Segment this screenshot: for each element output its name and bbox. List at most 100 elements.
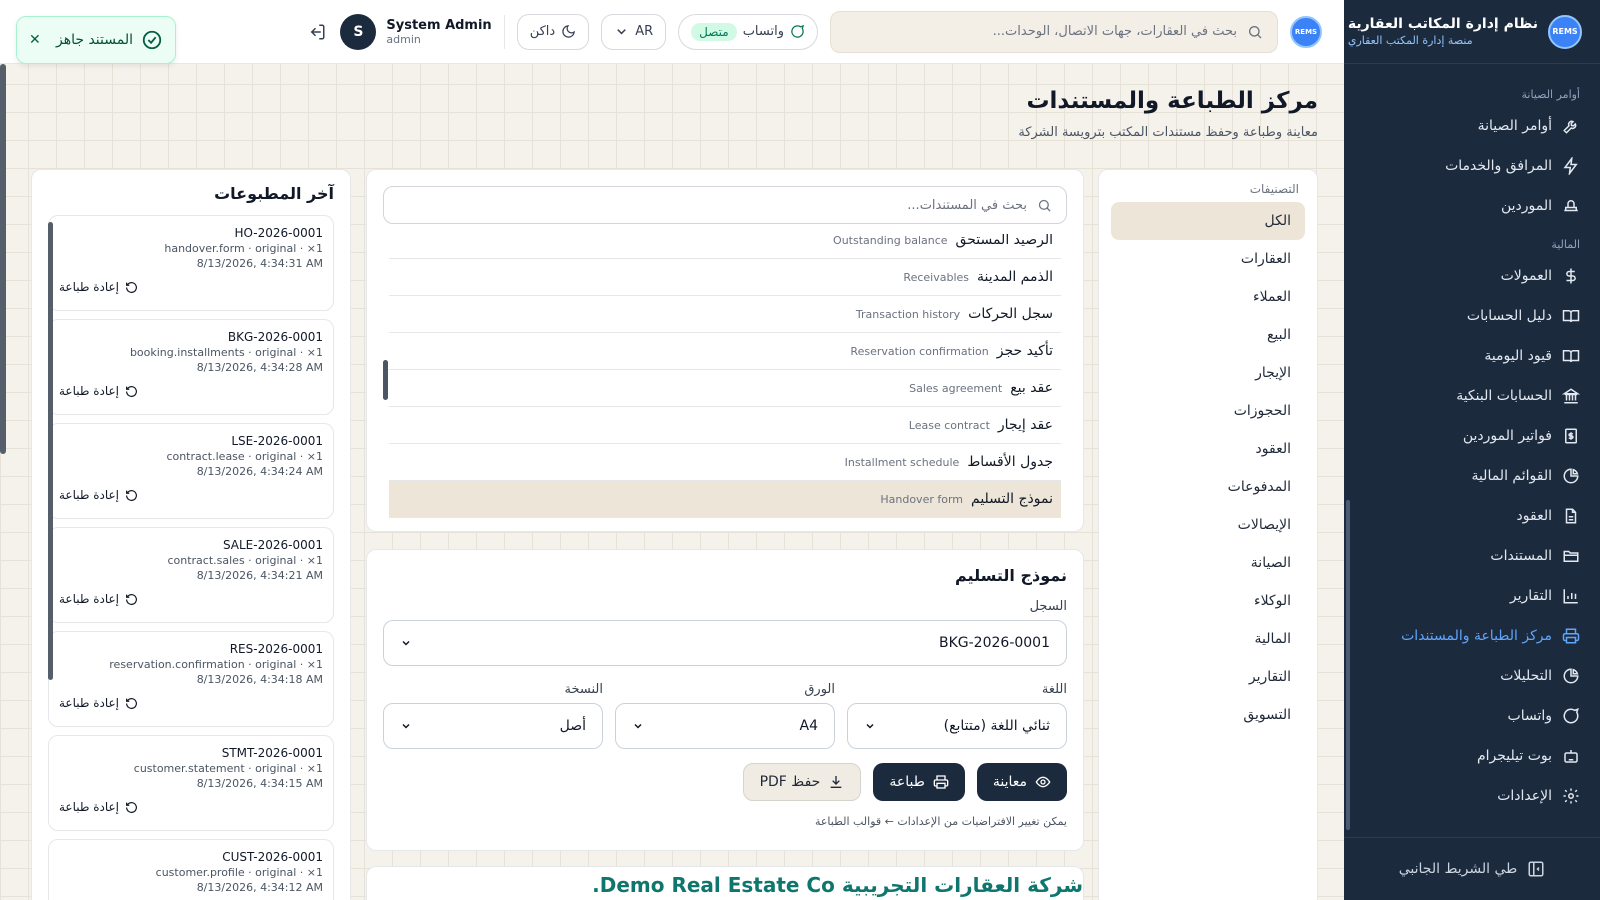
document-row[interactable]: نموذج التسليم Handover form [389,481,1061,518]
recent-prints-panel: آخر المطبوعات HO-2026-0001 handover.form… [31,169,351,900]
sidebar-item[interactable]: دليل الحسابات [1344,296,1600,336]
document-row[interactable]: عقد بيع Sales agreement [389,370,1061,407]
category-item[interactable]: العقارات [1111,240,1305,278]
document-search-input[interactable]: بحث في المستندات... [383,186,1067,224]
category-item[interactable]: الصيانة [1111,544,1305,582]
language-option-select[interactable]: ثنائي اللغة (متتابع) [847,703,1067,749]
sidebar-item[interactable]: القوائم المالية [1344,456,1600,496]
sidebar-item[interactable]: التحليلات [1344,656,1600,696]
reprint-button[interactable]: إعادة طباعة [59,800,313,814]
document-row[interactable]: الذمم المدينة Receivables [389,259,1061,296]
record-select[interactable]: BKG-2026-0001 [383,620,1067,666]
category-item[interactable]: المالية [1111,620,1305,658]
reprint-button[interactable]: إعادة طباعة [59,488,313,502]
book-icon [1562,307,1580,325]
categories-title: التصنيفات [1249,182,1299,196]
topbar-divider [503,14,505,49]
reprint-button[interactable]: إعادة طباعة [59,592,313,606]
document-row[interactable]: جدول الأقساط Installment schedule [389,444,1061,481]
recent-print-meta: reservation.confirmation · original · ×1 [109,658,323,671]
theme-toggle-button[interactable]: داكن [516,13,590,50]
document-row[interactable]: سجل الحركات Transaction history [389,296,1061,333]
recent-print-meta: contract.sales · original · ×1 [167,554,323,567]
category-item[interactable]: التقارير [1111,658,1305,696]
recent-print-code: HO-2026-0001 [234,226,323,240]
category-item[interactable]: المدفوعات [1111,468,1305,506]
sidebar-item[interactable]: التقارير [1344,576,1600,616]
recent-scrollbar[interactable] [48,222,53,680]
close-icon[interactable]: ✕ [29,32,41,48]
reprint-button[interactable]: إعادة طباعة [59,384,313,398]
theme-label: داكن [529,24,556,39]
sidebar-item[interactable]: أوامر الصيانة [1344,106,1600,146]
sidebar-scrollbar[interactable] [1346,500,1350,830]
folder-icon [1562,547,1580,565]
search-icon [1037,198,1052,213]
category-item[interactable]: الحجوزات [1111,392,1305,430]
category-item[interactable]: الوكلاء [1111,582,1305,620]
preview-company-name: شركة العقارات التجريبية Demo Real Estate… [592,873,1083,897]
document-row[interactable]: الرصيد المستحق Outstanding balance [389,234,1061,259]
paper-value: A4 [799,718,818,734]
logout-button[interactable] [306,21,328,43]
category-item[interactable]: العقود [1111,430,1305,468]
page-scrollbar[interactable] [0,64,6,454]
file-icon [1562,507,1580,525]
document-row[interactable]: تأكيد حجز Reservation confirmation [389,333,1061,370]
category-item[interactable]: التسويق [1111,696,1305,734]
category-item[interactable]: الإيصالات [1111,506,1305,544]
sidebar-item[interactable]: قيود اليومية [1344,336,1600,376]
language-select[interactable]: AR [601,13,667,50]
documents-scrollbar[interactable] [383,360,388,400]
recent-print-time: 8/13/2026, 4:34:28 AM [196,361,323,374]
gear-icon [1562,787,1580,805]
reprint-button[interactable]: إعادة طباعة [59,280,313,294]
document-row[interactable]: عقد إيجار Lease contract [389,407,1061,444]
sidebar-item[interactable]: الموردين [1344,186,1600,226]
sidebar-item-label: دليل الحسابات [1466,308,1552,324]
sidebar-item-label: القوائم المالية [1471,468,1552,484]
reprint-button[interactable]: إعادة طباعة [59,696,313,710]
sidebar-item[interactable]: العمولات [1344,256,1600,296]
check-circle-icon [141,29,163,51]
sidebar-item[interactable]: المرافق والخدمات [1344,146,1600,186]
sidebar-item[interactable]: فواتير الموردين [1344,416,1600,456]
copy-select[interactable]: أصل [383,703,603,749]
recent-print-code: LSE-2026-0001 [231,434,323,448]
sidebar-item[interactable]: مركز الطباعة والمستندات [1344,616,1600,656]
avatar[interactable]: S [340,13,377,50]
user-menu[interactable]: System Admin admin S [340,13,492,50]
save-pdf-button[interactable]: حفظ PDF [742,763,862,801]
sidebar-item-label: قيود اليومية [1484,348,1552,364]
global-search-input[interactable]: بحث في العقارات، جهات الاتصال، الوحدات..… [830,10,1278,53]
category-item[interactable]: الكل [1111,202,1305,240]
sidebar-item[interactable]: المستندات [1344,536,1600,576]
recent-print-time: 8/13/2026, 4:34:31 AM [196,257,323,270]
category-item[interactable]: البيع [1111,316,1305,354]
whatsapp-status-button[interactable]: واتساب متصل [678,13,818,50]
sidebar-item[interactable]: الحسابات البنكية [1344,376,1600,416]
sidebar-item[interactable]: العقود [1344,496,1600,536]
topbar-logo: REMS [1290,15,1322,48]
preview-button[interactable]: معاينة [976,763,1067,801]
sidebar-item[interactable]: بوت تيليجرام [1344,736,1600,776]
print-options-panel: نموذج التسليم السجل BKG-2026-0001 اللغة … [366,549,1084,851]
logout-icon [308,23,326,41]
sidebar-item[interactable]: الإعدادات [1344,776,1600,816]
category-item[interactable]: الإيجار [1111,354,1305,392]
recent-print-item: RES-2026-0001 reservation.confirmation ·… [48,631,334,727]
print-button[interactable]: طباعة [873,763,965,801]
recent-print-meta: customer.profile · original · ×1 [155,866,323,879]
collapse-sidebar-label: طي الشريط الجانبي [1398,861,1518,877]
wrench-icon [1562,117,1580,135]
paper-select[interactable]: A4 [615,703,835,749]
refresh-icon [125,593,138,606]
recent-print-code: RES-2026-0001 [229,642,323,656]
chevron-down-icon [400,720,412,732]
recent-print-item: LSE-2026-0001 contract.lease · original … [48,423,334,519]
sidebar-brand: REMS نظام إدارة المكاتب العقارية منصة إد… [1344,0,1600,64]
collapse-sidebar-button[interactable]: طي الشريط الجانبي [1344,860,1600,878]
sidebar-item[interactable]: واتساب [1344,696,1600,736]
document-name: الذمم المدينة [977,269,1053,285]
category-item[interactable]: العملاء [1111,278,1305,316]
